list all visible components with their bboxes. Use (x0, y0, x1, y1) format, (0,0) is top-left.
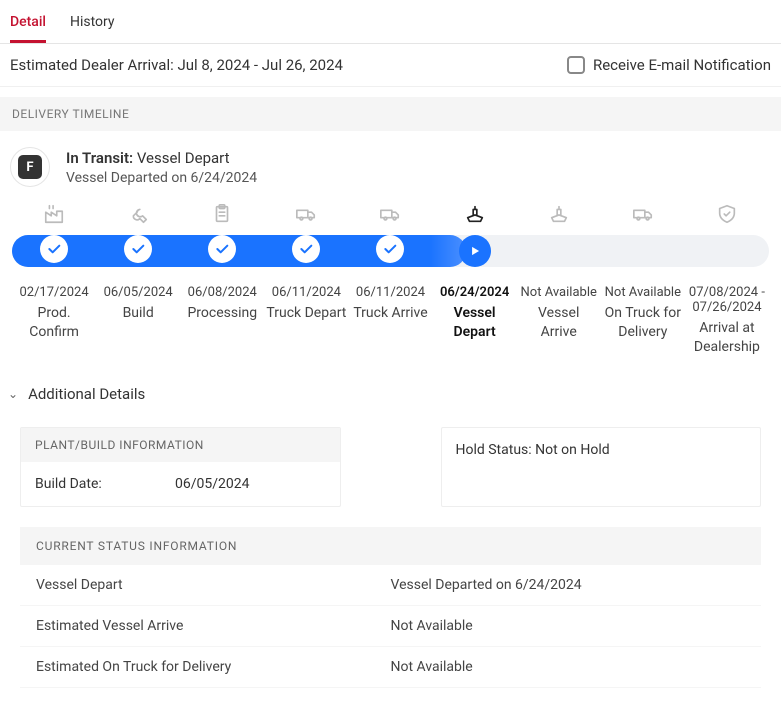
chevron-down-icon: ⌄ (8, 387, 18, 401)
cards-row: PLANT/BUILD INFORMATION Build Date: 06/0… (0, 415, 781, 527)
status-row-value: Vessel Departed on 6/24/2024 (391, 577, 746, 593)
play-icon (459, 235, 491, 267)
hold-status-card: Hold Status: Not on Hold (441, 427, 762, 507)
timeline-node (180, 235, 264, 267)
timeline-node (348, 235, 432, 267)
timeline-step-date: Not Available (603, 285, 683, 300)
current-status-section: CURRENT STATUS INFORMATION Vessel Depart… (0, 527, 781, 708)
status-row-value: Not Available (391, 618, 746, 634)
timeline-step: 06/08/2024 Processing (180, 285, 264, 357)
timeline-step-name: Prod. Confirm (14, 304, 94, 342)
status-icon: F (10, 147, 50, 187)
timeline-step-name: Build (98, 304, 178, 323)
factory-icon (12, 203, 96, 225)
timeline-node (96, 235, 180, 267)
timeline-step: 07/08/2024 - 07/26/2024 Arrival at Dealer… (685, 285, 769, 357)
status-stage: Vessel Depart (137, 149, 230, 167)
status-text: In Transit: Vessel Depart Vessel Departe… (66, 149, 257, 186)
clipboard-icon (180, 203, 264, 225)
header-row: Estimated Dealer Arrival: Jul 8, 2024 - … (0, 44, 781, 87)
build-date-label: Build Date: (35, 476, 135, 492)
timeline-step-name: Vessel Depart (435, 304, 515, 342)
timeline-step-date: Not Available (519, 285, 599, 300)
status-icon-letter: F (18, 155, 42, 179)
timeline-step: 06/11/2024 Truck Depart (264, 285, 348, 357)
timeline-step-date: 06/24/2024 (435, 285, 515, 300)
timeline-step-date: 07/08/2024 - 07/26/2024 (687, 285, 767, 315)
truck-icon (348, 203, 432, 225)
timeline: 02/17/2024Prod. Confirm06/05/2024Build06… (0, 195, 781, 373)
timeline-step-name: Processing (182, 304, 262, 323)
timeline-step-name: Vessel Arrive (519, 304, 599, 342)
timeline-step-name: Truck Depart (266, 304, 346, 323)
tabs: Detail History (0, 0, 781, 44)
timeline-node (601, 235, 685, 267)
check-icon (124, 235, 152, 263)
checkbox-icon (567, 56, 585, 74)
timeline-step-date: 06/08/2024 (182, 285, 262, 300)
timeline-step-date: 06/05/2024 (98, 285, 178, 300)
timeline-step-name: On Truck for Delivery (603, 304, 683, 342)
timeline-node (517, 235, 601, 267)
tab-history[interactable]: History (70, 8, 115, 43)
check-icon (292, 235, 320, 263)
ship-icon (433, 203, 517, 225)
timeline-node (12, 235, 96, 267)
additional-details-label: Additional Details (28, 385, 145, 403)
timeline-step-date: 06/11/2024 (350, 285, 430, 300)
status-detail: Vessel Departed on 6/24/2024 (66, 170, 257, 186)
truck-icon (601, 203, 685, 225)
status-row-label: Estimated On Truck for Delivery (36, 659, 391, 675)
status-row: Estimated Vessel ArriveNot Available (20, 606, 761, 647)
additional-details-toggle[interactable]: ⌄ Additional Details (0, 373, 781, 415)
timeline-section-title: DELIVERY TIMELINE (0, 97, 781, 131)
status-header: F In Transit: Vessel Depart Vessel Depar… (0, 131, 781, 195)
status-row: Vessel DepartVessel Departed on 6/24/202… (20, 565, 761, 606)
check-icon (376, 235, 404, 263)
timeline-step-date: 02/17/2024 (14, 285, 94, 300)
estimated-arrival: Estimated Dealer Arrival: Jul 8, 2024 - … (10, 56, 343, 74)
check-icon (208, 235, 236, 263)
plant-build-title: PLANT/BUILD INFORMATION (21, 428, 340, 462)
timeline-step: 06/24/2024 Vessel Depart (433, 285, 517, 357)
check-icon (40, 235, 68, 263)
timeline-step: Not Available Vessel Arrive (517, 285, 601, 357)
truck-icon (264, 203, 348, 225)
ship-icon (517, 203, 601, 225)
timeline-node (685, 235, 769, 267)
wrench-icon (96, 203, 180, 225)
timeline-step: 06/11/2024 Truck Arrive (348, 285, 432, 357)
notification-toggle[interactable]: Receive E-mail Notification (567, 56, 771, 74)
timeline-step-name: Arrival at Dealership (687, 319, 767, 357)
status-row-value: Not Available (391, 659, 746, 675)
timeline-step-name: Truck Arrive (350, 304, 430, 323)
status-prefix: In Transit: (66, 149, 133, 167)
shield-icon (685, 203, 769, 225)
status-row-label: Vessel Depart (36, 577, 391, 593)
plant-build-card: PLANT/BUILD INFORMATION Build Date: 06/0… (20, 427, 341, 507)
timeline-node (433, 235, 517, 267)
timeline-step-date: 06/11/2024 (266, 285, 346, 300)
current-status-title: CURRENT STATUS INFORMATION (20, 527, 761, 565)
notification-label: Receive E-mail Notification (593, 56, 771, 74)
status-row-label: Estimated Vessel Arrive (36, 618, 391, 634)
timeline-step: 02/17/2024 Prod. Confirm (12, 285, 96, 357)
tab-detail[interactable]: Detail (10, 8, 46, 43)
status-row: Estimated On Truck for DeliveryNot Avail… (20, 647, 761, 688)
hold-status-text: Hold Status: Not on Hold (442, 428, 761, 472)
timeline-node (264, 235, 348, 267)
build-date-value: 06/05/2024 (175, 476, 250, 492)
timeline-step: 06/05/2024 Build (96, 285, 180, 357)
timeline-step: Not Available On Truck for Delivery (601, 285, 685, 357)
